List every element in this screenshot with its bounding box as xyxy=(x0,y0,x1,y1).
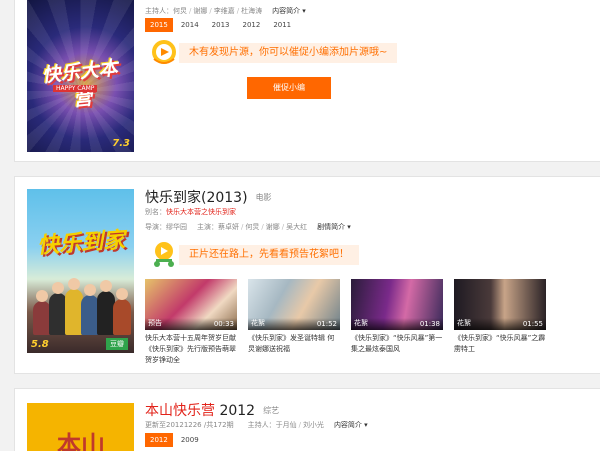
alias-part: 快乐大本营之 xyxy=(166,208,208,216)
show-title-part[interactable]: 本山 xyxy=(145,403,173,419)
director-name[interactable]: 缪华园 xyxy=(166,223,187,231)
poster-score: 5.8 xyxy=(31,339,49,350)
show-card-benshan: 本山 本山快乐营 2012 综艺 更新至20121226 /共172期 主持人：于月… xyxy=(14,388,600,451)
year-tab[interactable]: 2011 xyxy=(268,18,296,32)
year-tab[interactable]: 2012 xyxy=(237,18,265,32)
alias-label: 别名： xyxy=(145,208,166,216)
host-label: 主持人： xyxy=(247,421,276,429)
clip-thumbnail[interactable]: 花絮 01:55 xyxy=(454,279,546,330)
update-status: 更新至20121226 /共172期 xyxy=(145,421,234,429)
notice-text: 正片还在路上，先看看预告花絮吧！ xyxy=(179,245,359,265)
cast-name[interactable]: 蔡卓妍 xyxy=(218,223,239,231)
category-tag: 电影 xyxy=(255,193,272,202)
show-title[interactable]: 快乐到家(2013) xyxy=(145,190,248,206)
plot-toggle[interactable]: 剧情简介 xyxy=(317,223,351,231)
clip-thumbnail[interactable]: 花絮 01:52 xyxy=(248,279,340,330)
cast-name[interactable]: 何炅 xyxy=(245,223,259,231)
year-tab[interactable]: 2015 xyxy=(145,18,173,32)
clip-caption[interactable]: 《快乐到家》发圣诞特辑 何炅谢娜送祝福 xyxy=(248,333,340,355)
clip-caption[interactable]: 《快乐到家》“快乐风暴”之霹雳特工 xyxy=(454,333,546,355)
alias-line: 别名：快乐大本营之快乐到家 xyxy=(145,207,236,217)
intro-toggle[interactable]: 内容简介 xyxy=(272,7,306,15)
clip-caption[interactable]: 快乐大本营十五周年贺岁巨献《快乐到家》先行版预告萌翠贺岁铮动全 xyxy=(145,333,237,366)
mascot-icon xyxy=(152,40,176,64)
alias-part: 快乐到家 xyxy=(208,208,236,216)
host-name[interactable]: 谢娜 xyxy=(193,7,207,15)
host-line: 主持人：何炅 / 谢娜 / 李维嘉 / 杜海涛 内容简介 xyxy=(145,6,306,16)
clip-duration: 01:38 xyxy=(419,320,440,328)
host-name[interactable]: 刘小光 xyxy=(303,421,324,429)
poster-score: 7.3 xyxy=(112,138,130,149)
poster-image[interactable]: 本山 xyxy=(27,403,134,451)
intro-toggle[interactable]: 内容简介 xyxy=(334,421,368,429)
clip-duration: 01:55 xyxy=(522,320,543,328)
cast-label: 主演： xyxy=(197,223,218,231)
clip-type-badge: 花絮 xyxy=(251,319,265,327)
poster-image[interactable]: 快乐大本营 HAPPY CAMP 7.3 xyxy=(27,0,134,152)
show-title-highlight[interactable]: 快乐营 xyxy=(173,403,215,419)
cast-name[interactable]: 谢娜 xyxy=(266,223,280,231)
clip-duration: 01:52 xyxy=(316,320,337,328)
poster-image[interactable]: 快乐到家 5.8 豆瓣 xyxy=(27,189,134,353)
clip-thumbnail[interactable]: 花絮 01:38 xyxy=(351,279,443,330)
host-name[interactable]: 杜海涛 xyxy=(241,7,262,15)
cast-name[interactable]: 吴大红 xyxy=(286,223,307,231)
notice-text: 木有发现片源，你可以催促小编添加片源哦~ xyxy=(179,43,398,63)
clip-type-badge: 花絮 xyxy=(457,319,471,327)
clip-type-badge: 花絮 xyxy=(354,319,368,327)
director-label: 导演： xyxy=(145,223,166,231)
year-tab[interactable]: 2012 xyxy=(145,433,173,447)
year-tabs: 2012 2009 xyxy=(145,433,207,447)
clip-type-badge: 预告 xyxy=(148,319,162,327)
poster-cast-illustration xyxy=(33,277,131,335)
douban-badge: 豆瓣 xyxy=(106,338,128,350)
year-tabs: 2015 2014 2013 2012 2011 xyxy=(145,18,299,32)
poster-subtitle: HAPPY CAMP xyxy=(53,85,98,92)
category-tag: 综艺 xyxy=(263,406,280,415)
host-name[interactable]: 何炅 xyxy=(173,7,187,15)
show-card-happy-camp: 快乐大本营 HAPPY CAMP 7.3 主持人：何炅 / 谢娜 / 李维嘉 / 杜海涛 内容… xyxy=(14,0,600,162)
credits-line: 导演：缪华园 主演：蔡卓妍 / 何炅 / 谢娜 / 吴大红 剧情简介 xyxy=(145,222,351,232)
host-name[interactable]: 于月仙 xyxy=(276,421,297,429)
show-title-row: 本山快乐营 2012 综艺 xyxy=(145,400,279,420)
clip-duration: 00:33 xyxy=(213,320,234,328)
poster-logo: 本山 xyxy=(57,431,105,451)
clip-caption[interactable]: 《快乐到家》“快乐风暴”第一集之最炫泰国风 xyxy=(351,333,443,355)
host-name[interactable]: 李维嘉 xyxy=(214,7,235,15)
clip-thumbnail[interactable]: 预告 00:33 xyxy=(145,279,237,330)
update-line: 更新至20121226 /共172期 主持人：于月仙 / 刘小光 内容简介 xyxy=(145,420,368,430)
host-label: 主持人： xyxy=(145,7,173,15)
urge-editor-button[interactable]: 催促小编 xyxy=(247,77,331,99)
show-title-part[interactable]: 2012 xyxy=(215,403,255,419)
show-title-row: 快乐到家(2013) 电影 xyxy=(145,187,272,207)
year-tab[interactable]: 2009 xyxy=(176,433,204,447)
show-card-happy-home: 快乐到家 5.8 豆瓣 快乐到家(2013) 电影 别名：快乐大本营之快乐到家 导… xyxy=(14,176,600,374)
poster-logo: 快乐大本营 xyxy=(40,57,119,111)
poster-logo: 快乐到家 xyxy=(36,227,126,260)
year-tab[interactable]: 2013 xyxy=(207,18,235,32)
year-tab[interactable]: 2014 xyxy=(176,18,204,32)
mascot-scooter-icon xyxy=(154,242,174,267)
